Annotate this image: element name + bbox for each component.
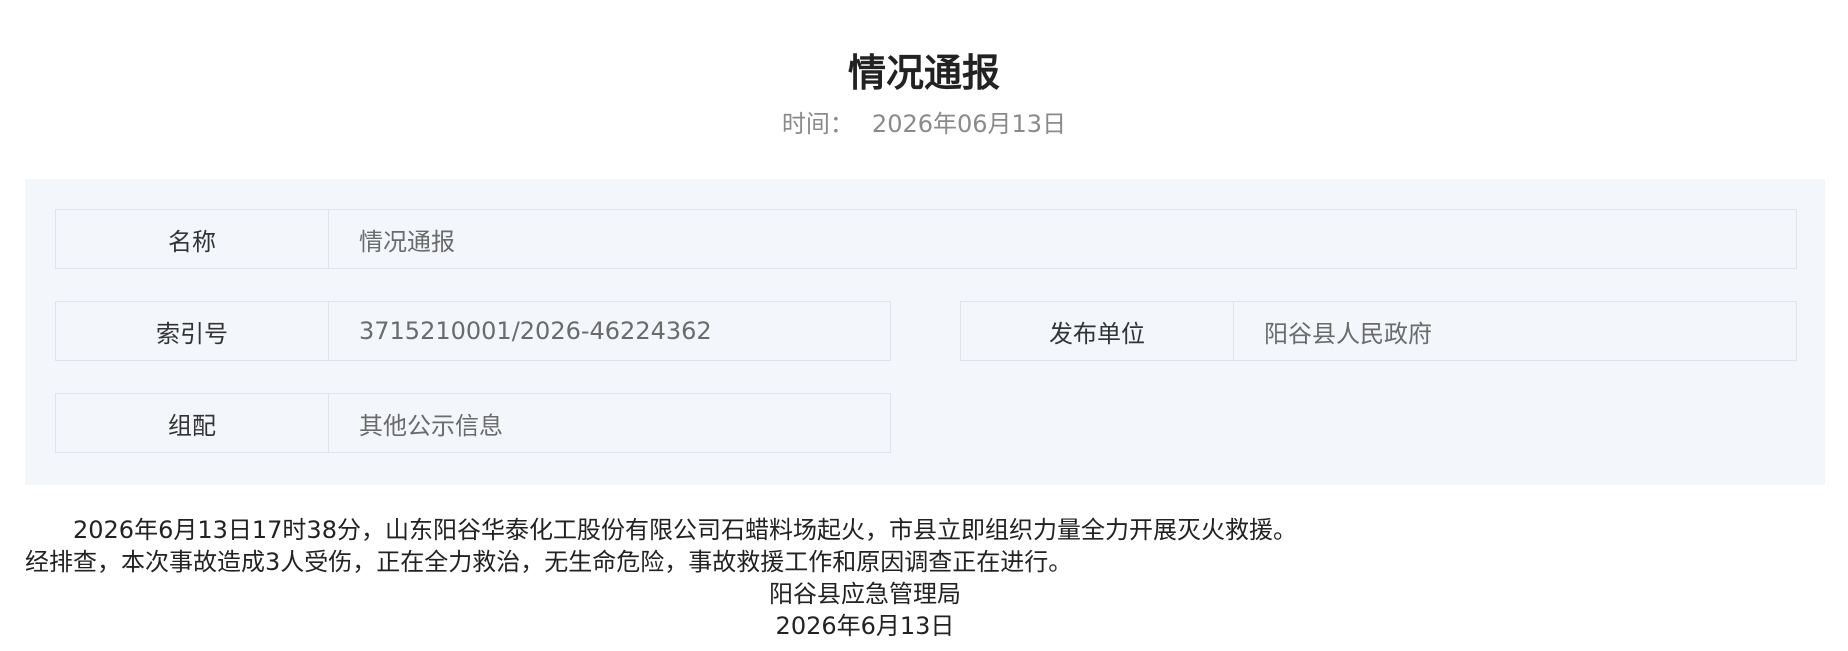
meta-index-value: 3715210001/2026-46224362 xyxy=(359,317,712,345)
meta-row-index: 索引号 3715210001/2026-46224362 xyxy=(55,301,891,361)
meta-row-publisher: 发布单位 阳谷县人民政府 xyxy=(960,301,1797,361)
meta-publisher-label: 发布单位 xyxy=(961,302,1234,360)
meta-category-value: 其他公示信息 xyxy=(359,411,503,440)
meta-row-category: 组配 其他公示信息 xyxy=(55,393,891,453)
date-value: 2026年06月13日 xyxy=(871,110,1067,138)
metadata-panel: 名称 情况通报 索引号 3715210001/2026-46224362 发布单… xyxy=(25,179,1825,485)
meta-publisher-value: 阳谷县人民政府 xyxy=(1264,319,1432,348)
meta-category-label: 组配 xyxy=(56,394,329,452)
date-label: 时间： xyxy=(781,110,854,138)
meta-row-name: 名称 情况通报 xyxy=(55,209,1797,269)
article-body: 2026年6月13日17时38分，山东阳谷华泰化工股份有限公司石蜡料场起火，市县… xyxy=(25,514,1825,642)
page-title: 情况通报 xyxy=(847,51,1000,95)
publish-date: 时间： 2026年06月13日 xyxy=(0,108,1848,140)
signature: 阳谷县应急管理局 xyxy=(769,580,961,608)
meta-name-label: 名称 xyxy=(56,210,329,268)
meta-name-value: 情况通报 xyxy=(359,227,455,256)
paragraph: 经排查，本次事故造成3人受伤，正在全力救治，无生命危险，事故救援工作和原因调查正… xyxy=(25,548,1073,576)
meta-index-label: 索引号 xyxy=(56,302,329,360)
paragraph: 2026年6月13日17时38分，山东阳谷华泰化工股份有限公司石蜡料场起火，市县… xyxy=(73,516,1297,544)
signature-date: 2026年6月13日 xyxy=(775,612,955,640)
